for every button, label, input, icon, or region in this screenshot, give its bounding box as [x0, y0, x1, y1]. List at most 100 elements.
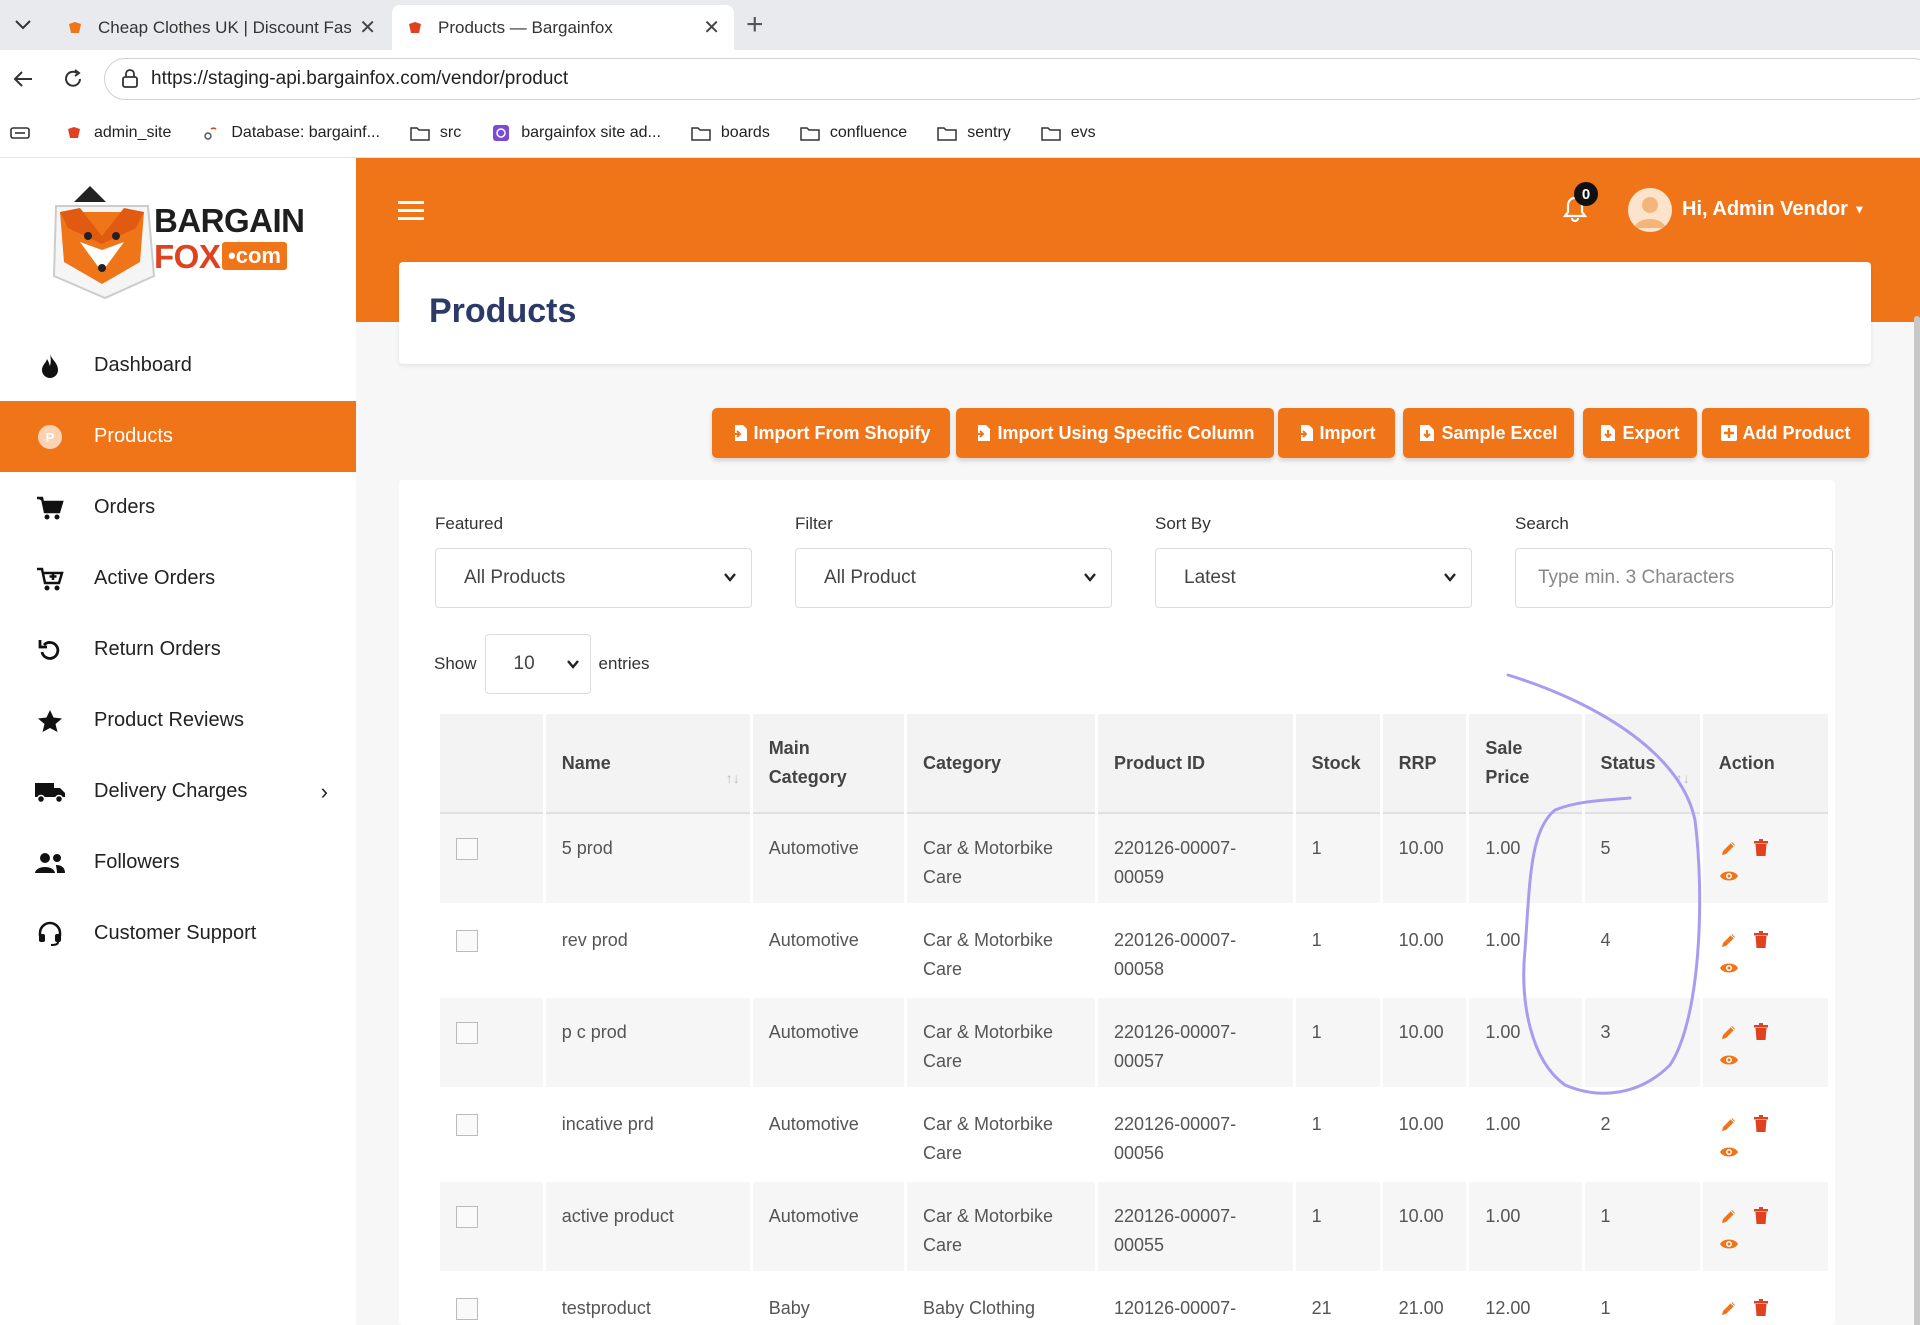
sample-excel-button[interactable]: Sample Excel: [1403, 408, 1574, 458]
broken-image-icon[interactable]: [456, 1022, 478, 1044]
bookmark-folder[interactable]: boards: [691, 124, 770, 142]
export-button[interactable]: Export: [1583, 408, 1697, 458]
bookmark-folder[interactable]: confluence: [800, 124, 907, 142]
brand-logo[interactable]: BARGAIN FOX •com: [50, 180, 310, 300]
reload-button[interactable]: [56, 62, 90, 96]
featured-select[interactable]: All Products: [435, 548, 752, 608]
edit-pencil-icon[interactable]: [1719, 1298, 1739, 1318]
import-button[interactable]: Import: [1278, 408, 1395, 458]
delete-trash-icon[interactable]: [1751, 1114, 1771, 1134]
bookmark-folder[interactable]: src: [410, 124, 461, 142]
sidebar-item-active-orders[interactable]: Active Orders: [0, 543, 356, 614]
sidebar-item-delivery-charges[interactable]: Delivery Charges ›: [0, 756, 356, 827]
site-info-icon: [122, 69, 138, 88]
delete-trash-icon[interactable]: [1751, 1206, 1771, 1226]
bookmark-label: evs: [1070, 123, 1096, 141]
view-eye-icon[interactable]: [1719, 866, 1739, 886]
page-scrollbar[interactable]: [1914, 316, 1920, 1325]
browser-tab-active[interactable]: Products — Bargainfox ✕: [392, 5, 734, 50]
browser-tab[interactable]: Cheap Clothes UK | Discount Fashi ✕: [52, 5, 390, 50]
new-tab-button[interactable]: +: [746, 8, 764, 42]
cell-category: Car & Motorbike Care: [906, 906, 1096, 998]
table-row: testproduct Baby Baby Clothing 120126-00007…: [440, 1274, 1828, 1325]
delete-trash-icon[interactable]: [1751, 838, 1771, 858]
cell-name[interactable]: active product: [545, 1182, 750, 1274]
bookmark-item[interactable]: Database: bargainf...: [201, 124, 380, 142]
headset-icon: [34, 920, 66, 948]
delete-trash-icon[interactable]: [1751, 1022, 1771, 1042]
broken-image-icon[interactable]: [456, 1114, 478, 1136]
url-field[interactable]: https://staging-api.bargainfox.com/vendo…: [104, 58, 1920, 100]
cell-name[interactable]: 5 prod: [545, 814, 750, 906]
bookmark-label: Database: bargainf...: [231, 123, 380, 141]
cell-name[interactable]: testproduct: [545, 1274, 750, 1325]
avatar[interactable]: [1628, 188, 1672, 232]
edit-pencil-icon[interactable]: [1719, 1022, 1739, 1042]
import-specific-column-button[interactable]: Import Using Specific Column: [956, 408, 1274, 458]
view-eye-icon[interactable]: [1719, 1142, 1739, 1162]
sidebar-item-orders[interactable]: Orders: [0, 472, 356, 543]
sort-by-label: Sort By: [1155, 514, 1211, 533]
file-download-icon: [1420, 425, 1435, 441]
tab-search-button[interactable]: [4, 6, 42, 44]
folder-icon: [410, 124, 430, 142]
cell-action: [1702, 814, 1828, 906]
header-label: Action: [1718, 752, 1775, 773]
broken-image-icon[interactable]: [456, 1206, 478, 1228]
chevron-down-icon: [1444, 573, 1456, 582]
hamburger-menu-icon[interactable]: [398, 200, 424, 222]
button-label: Sample Excel: [1441, 422, 1558, 443]
bookmark-item[interactable]: bargainfox site ad...: [491, 124, 661, 142]
cell-name[interactable]: rev prod: [545, 906, 750, 998]
user-menu[interactable]: Hi, Admin Vendor ▼: [1682, 198, 1865, 221]
cell-category: Baby Clothing: [906, 1274, 1096, 1325]
bookmark-label: bargainfox site ad...: [521, 123, 661, 141]
back-button[interactable]: [6, 62, 40, 96]
star-icon: [34, 707, 66, 735]
column-header-status[interactable]: Status ↑↓: [1584, 714, 1700, 814]
sidebar-item-product-reviews[interactable]: Product Reviews: [0, 685, 356, 756]
entries-control: Show 10 entries: [434, 634, 650, 694]
sidebar-item-customer-support[interactable]: Customer Support: [0, 898, 356, 969]
view-eye-icon[interactable]: [1719, 958, 1739, 978]
bookmark-item[interactable]: admin_site: [64, 124, 171, 142]
sort-icon: ↑↓: [725, 770, 740, 786]
add-product-button[interactable]: Add Product: [1702, 408, 1869, 458]
cell-name[interactable]: p c prod: [545, 998, 750, 1090]
sidebar-item-products[interactable]: P Products: [0, 401, 356, 472]
column-header-main-category: Main Category: [752, 714, 904, 814]
sidebar-item-followers[interactable]: Followers: [0, 827, 356, 898]
filter-select[interactable]: All Product: [795, 548, 1112, 608]
edit-pencil-icon[interactable]: [1719, 1206, 1739, 1226]
cell-name[interactable]: incative prd: [545, 1090, 750, 1182]
chevron-down-icon: [724, 573, 736, 582]
broken-image-icon[interactable]: [456, 838, 478, 860]
sidebar-item-label: Active Orders: [94, 567, 216, 589]
edit-pencil-icon[interactable]: [1719, 1114, 1739, 1134]
bookmark-folder[interactable]: evs: [1041, 124, 1096, 142]
edit-pencil-icon[interactable]: [1719, 930, 1739, 950]
edit-pencil-icon[interactable]: [1719, 838, 1739, 858]
bookmark-folder[interactable]: sentry: [937, 124, 1011, 142]
table-row: p c prod Automotive Car & Motorbike Care 22…: [440, 998, 1828, 1090]
sidebar-item-dashboard[interactable]: Dashboard: [0, 330, 356, 401]
delete-trash-icon[interactable]: [1751, 1298, 1771, 1318]
close-icon[interactable]: ✕: [359, 15, 376, 40]
sort-by-select[interactable]: Latest: [1155, 548, 1472, 608]
search-input[interactable]: [1515, 548, 1833, 608]
view-eye-icon[interactable]: [1719, 1050, 1739, 1070]
close-icon[interactable]: ✕: [703, 15, 720, 40]
cell-main-category: Automotive: [752, 1090, 904, 1182]
bookmarks-bar: admin_site Database: bargainf... src bar…: [0, 108, 1920, 158]
broken-image-icon[interactable]: [456, 930, 478, 952]
reload-icon: [65, 69, 81, 87]
view-eye-icon[interactable]: [1719, 1234, 1739, 1254]
sidebar-item-label: Product Reviews: [94, 709, 245, 731]
import-from-shopify-button[interactable]: Import From Shopify: [712, 408, 950, 458]
delete-trash-icon[interactable]: [1751, 930, 1771, 950]
sidebar-item-return-orders[interactable]: Return Orders: [0, 614, 356, 685]
bookmark-menu[interactable]: [10, 124, 40, 142]
entries-select[interactable]: 10: [484, 634, 591, 694]
broken-image-icon[interactable]: [456, 1298, 478, 1320]
column-header-name[interactable]: Name ↑↓: [545, 714, 750, 814]
